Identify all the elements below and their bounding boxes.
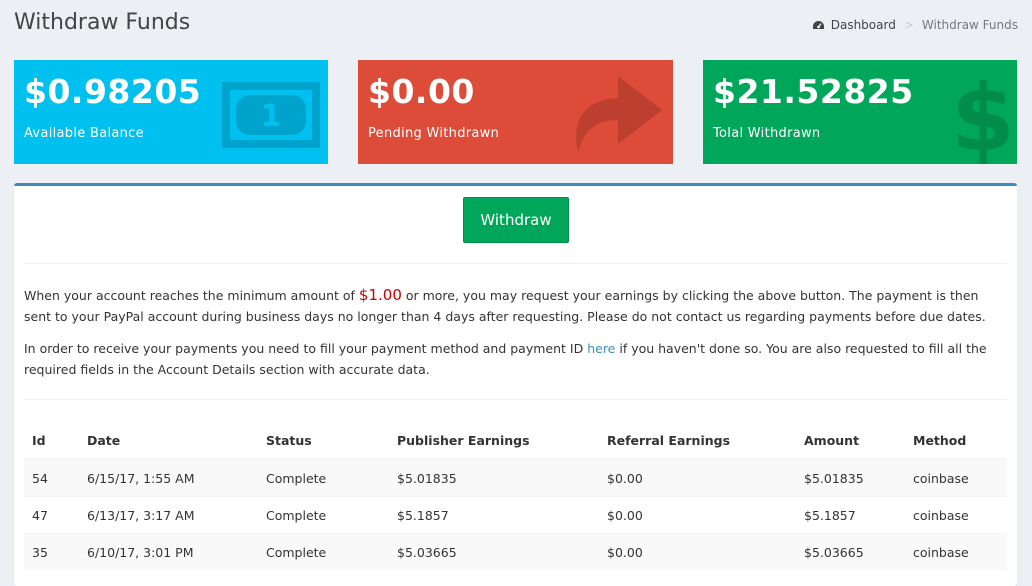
cell-amount: $5.1857 [796,496,905,534]
withdraw-panel: Withdraw When your account reaches the m… [14,183,1017,586]
total-withdrawn-value: $21.52825 [713,72,914,111]
svg-text:1: 1 [261,99,282,134]
pending-withdrawn-box: $0.00 Pending Withdrawn [358,60,673,164]
share-arrow-icon [576,76,662,152]
cell-method: coinbase [905,533,1007,570]
cell-method: coinbase [905,458,1007,497]
notice-text: In order to receive your payments you ne… [24,341,588,356]
column-header-method: Method [905,422,1007,460]
cell-referral-earnings: $0.00 [599,533,796,570]
page-title: Withdraw Funds [14,10,191,35]
column-header-publisher-earnings: Publisher Earnings [389,422,599,460]
table-header-row: Id Date Status Publisher Earnings Referr… [24,422,1007,460]
breadcrumb-dashboard-link[interactable]: Dashboard [831,18,896,32]
payment-method-notice: In order to receive your payments you ne… [24,338,1009,380]
cell-id: 47 [24,496,79,534]
cell-id: 35 [24,533,79,570]
dashboard-icon [812,20,824,29]
svg-text:$: $ [953,65,1013,164]
total-withdrawn-label: Tolal Withdrawn [713,126,821,141]
cell-publisher-earnings: $5.01835 [389,458,599,497]
withdraw-button[interactable]: Withdraw [463,197,569,243]
dollar-icon: $ [953,65,1013,164]
cell-publisher-earnings: $5.1857 [389,496,599,534]
cell-date: 6/15/17, 1:55 AM [79,458,258,497]
column-header-referral-earnings: Referral Earnings [599,422,796,460]
cell-amount: $5.03665 [796,533,905,570]
pending-withdrawn-label: Pending Withdrawn [368,126,500,141]
cell-referral-earnings: $0.00 [599,496,796,534]
column-header-id: Id [24,422,79,460]
available-balance-label: Available Balance [24,126,144,141]
divider [24,263,1007,264]
table-row: 54 6/15/17, 1:55 AM Complete $5.01835 $0… [24,458,1007,497]
table-row: 47 6/13/17, 3:17 AM Complete $5.1857 $0.… [24,496,1007,534]
notice-text: When your account reaches the minimum am… [24,288,359,303]
available-balance-box: 1 $0.98205 Available Balance [14,60,328,164]
cell-status: Complete [258,496,389,534]
breadcrumb: Dashboard > Withdraw Funds [812,18,1018,32]
breadcrumb-separator: > [903,18,914,32]
divider [24,399,1007,400]
cell-status: Complete [258,533,389,570]
cell-date: 6/13/17, 3:17 AM [79,496,258,534]
column-header-status: Status [258,422,389,460]
cell-id: 54 [24,458,79,497]
pending-withdrawn-value: $0.00 [368,72,475,111]
cell-status: Complete [258,458,389,497]
breadcrumb-current: Withdraw Funds [921,18,1018,32]
table-row: 35 6/10/17, 3:01 PM Complete $5.03665 $0… [24,533,1007,570]
cell-date: 6/10/17, 3:01 PM [79,533,258,570]
content-header: Withdraw Funds Dashboard > Withdraw Fund… [14,8,1018,38]
column-header-date: Date [79,422,258,460]
cell-method: coinbase [905,496,1007,534]
cell-amount: $5.01835 [796,458,905,497]
withdrawals-table: Id Date Status Publisher Earnings Referr… [24,422,1007,570]
minimum-amount: $1.00 [358,286,402,304]
money-icon: 1 [222,82,320,148]
cell-publisher-earnings: $5.03665 [389,533,599,570]
total-withdrawn-box: $ $21.52825 Tolal Withdrawn [703,60,1017,164]
column-header-amount: Amount [796,422,905,460]
cell-referral-earnings: $0.00 [599,458,796,497]
payment-settings-link[interactable]: here [587,341,615,356]
minimum-amount-notice: When your account reaches the minimum am… [24,285,1009,327]
available-balance-value: $0.98205 [24,72,202,111]
